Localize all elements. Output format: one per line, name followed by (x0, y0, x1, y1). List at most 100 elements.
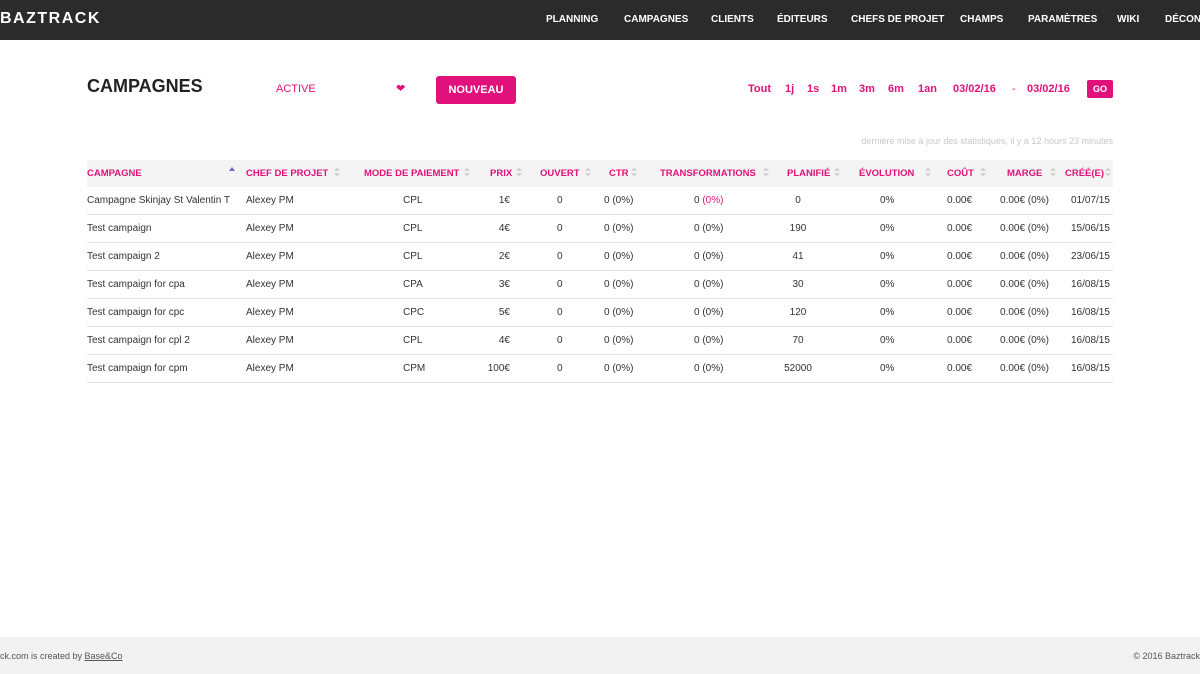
range-1-year[interactable]: 1an (918, 83, 937, 95)
cell-chef: Alexey PM (246, 251, 294, 262)
cell-mode: CPA (403, 279, 423, 290)
nav-champs[interactable]: CHAMPS (960, 14, 1003, 25)
cell-prix: 4€ (498, 335, 510, 346)
cell-campagne[interactable]: Test campaign for cpc (87, 307, 184, 318)
cell-evolution: 0% (880, 195, 895, 206)
column-header-planifie[interactable]: PLANIFIÉ (787, 168, 830, 179)
footer-credit-link[interactable]: Base&Co (85, 651, 123, 661)
cell-cout: 0.00€ (947, 335, 973, 346)
nav-parametres[interactable]: PARAMÈTRES (1028, 14, 1097, 25)
sort-icon[interactable] (834, 167, 842, 179)
cell-transformations-pct: (0%) (702, 223, 724, 234)
cell-mode: CPM (403, 363, 426, 374)
cell-marge: 0.00€ (0%) (1000, 307, 1049, 318)
cell-transformations-value: 0 (694, 363, 700, 374)
column-header-transformations[interactable]: TRANSFORMATIONS (660, 168, 756, 179)
cell-prix: 3€ (498, 279, 510, 290)
sort-icon[interactable] (763, 167, 771, 179)
column-header-marge[interactable]: MARGE (1007, 168, 1042, 179)
cell-mode: CPL (403, 195, 423, 206)
cell-planifie: 52000 (784, 363, 812, 374)
go-button[interactable]: GO (1087, 80, 1113, 98)
sort-icon[interactable] (925, 167, 933, 179)
nav-deconnexion[interactable]: DÉCON (1165, 14, 1200, 25)
table-row[interactable]: Test campaign Alexey PM CPL 4€ 0 0 (0%) … (87, 215, 1113, 243)
cell-marge: 0.00€ (0%) (1000, 279, 1049, 290)
sort-icon[interactable] (464, 167, 472, 179)
table-row[interactable]: Campagne Skinjay St Valentin T Alexey PM… (87, 187, 1113, 215)
table-row[interactable]: Test campaign for cpc Alexey PM CPC 5€ 0… (87, 299, 1113, 327)
cell-evolution: 0% (880, 307, 895, 318)
range-1-day[interactable]: 1j (785, 83, 794, 95)
cell-ctr: 0 (0%) (604, 195, 634, 206)
cell-evolution: 0% (880, 251, 895, 262)
sort-icon[interactable] (1050, 167, 1058, 179)
column-header-ouvert[interactable]: OUVERT (540, 168, 580, 179)
table-row[interactable]: Test campaign for cpl 2 Alexey PM CPL 4€… (87, 327, 1113, 355)
column-header-prix[interactable]: PRIX (490, 168, 512, 179)
cell-cout: 0.00€ (947, 251, 973, 262)
nav-chefs-de-projet[interactable]: CHEFS DE PROJET (851, 14, 944, 25)
status-filter-select[interactable]: ACTIVE ❤ (276, 83, 406, 99)
cell-campagne[interactable]: Test campaign (87, 223, 151, 234)
cell-evolution: 0% (880, 223, 895, 234)
sort-icon[interactable] (631, 167, 639, 179)
status-filter-value: ACTIVE (276, 83, 316, 95)
table-row[interactable]: Test campaign for cpa Alexey PM CPA 3€ 0… (87, 271, 1113, 299)
footer-copyright: © 2016 Baztrack (1133, 651, 1200, 661)
new-campaign-button[interactable]: NOUVEAU (436, 76, 516, 104)
sort-asc-icon[interactable] (229, 167, 237, 179)
range-all[interactable]: Tout (748, 83, 771, 95)
cell-cout: 0.00€ (947, 223, 973, 234)
cell-mode: CPC (403, 307, 425, 318)
cell-mode: CPL (403, 335, 423, 346)
column-header-mode-de-paiement[interactable]: MODE DE PAIEMENT (364, 168, 459, 179)
footer-credit-text: ck.com is created by (0, 651, 85, 661)
column-header-cout[interactable]: COÛT (947, 168, 974, 179)
table-row[interactable]: Test campaign for cpm Alexey PM CPM 100€… (87, 355, 1113, 383)
date-from-input[interactable]: 03/02/16 (953, 83, 996, 95)
range-1-week[interactable]: 1s (807, 83, 819, 95)
cell-cree: 16/08/15 (1071, 335, 1110, 346)
date-to-input[interactable]: 03/02/16 (1027, 83, 1070, 95)
column-header-cree[interactable]: CRÉÉ(E) (1065, 168, 1104, 179)
nav-clients[interactable]: CLIENTS (711, 14, 754, 25)
cell-cout: 0.00€ (947, 195, 973, 206)
nav-wiki[interactable]: WIKI (1117, 14, 1139, 25)
sort-icon[interactable] (585, 167, 593, 179)
sort-icon[interactable] (980, 167, 988, 179)
nav-planning[interactable]: PLANNING (546, 14, 598, 25)
column-header-campagne[interactable]: CAMPAGNE (87, 168, 142, 179)
cell-campagne[interactable]: Test campaign for cpl 2 (87, 335, 190, 346)
cell-marge: 0.00€ (0%) (1000, 251, 1049, 262)
sort-icon[interactable] (516, 167, 524, 179)
cell-ctr: 0 (0%) (604, 307, 634, 318)
column-header-ctr[interactable]: CTR (609, 168, 629, 179)
cell-ouvert: 0 (557, 335, 563, 346)
cell-campagne[interactable]: Campagne Skinjay St Valentin T (87, 195, 230, 206)
column-header-evolution[interactable]: ÉVOLUTION (859, 168, 914, 179)
page-title: CAMPAGNES (87, 76, 203, 96)
cell-campagne[interactable]: Test campaign for cpm (87, 363, 188, 374)
cell-cree: 01/07/15 (1071, 195, 1110, 206)
range-3-months[interactable]: 3m (859, 83, 875, 95)
range-6-months[interactable]: 6m (888, 83, 904, 95)
table-row[interactable]: Test campaign 2 Alexey PM CPL 2€ 0 0 (0%… (87, 243, 1113, 271)
cell-campagne[interactable]: Test campaign 2 (87, 251, 160, 262)
column-header-chef-de-projet[interactable]: CHEF DE PROJET (246, 168, 328, 179)
cell-transformations-pct: (0%) (702, 251, 724, 262)
range-1-month[interactable]: 1m (831, 83, 847, 95)
cell-campagne[interactable]: Test campaign for cpa (87, 279, 185, 290)
nav-editeurs[interactable]: ÉDITEURS (777, 14, 828, 25)
sort-icon[interactable] (334, 167, 342, 179)
cell-transformations-value: 0 (694, 335, 700, 346)
nav-campagnes[interactable]: CAMPAGNES (624, 14, 688, 25)
footer-credit: ck.com is created by Base&Co (0, 651, 123, 661)
cell-transformations-value: 0 (694, 251, 700, 262)
sort-icon[interactable] (1105, 167, 1113, 179)
cell-cree: 16/08/15 (1071, 363, 1110, 374)
cell-transformations: 0 (0%) (694, 279, 723, 290)
cell-ctr: 0 (0%) (604, 363, 634, 374)
cell-ouvert: 0 (557, 279, 563, 290)
cell-ctr: 0 (0%) (604, 279, 634, 290)
